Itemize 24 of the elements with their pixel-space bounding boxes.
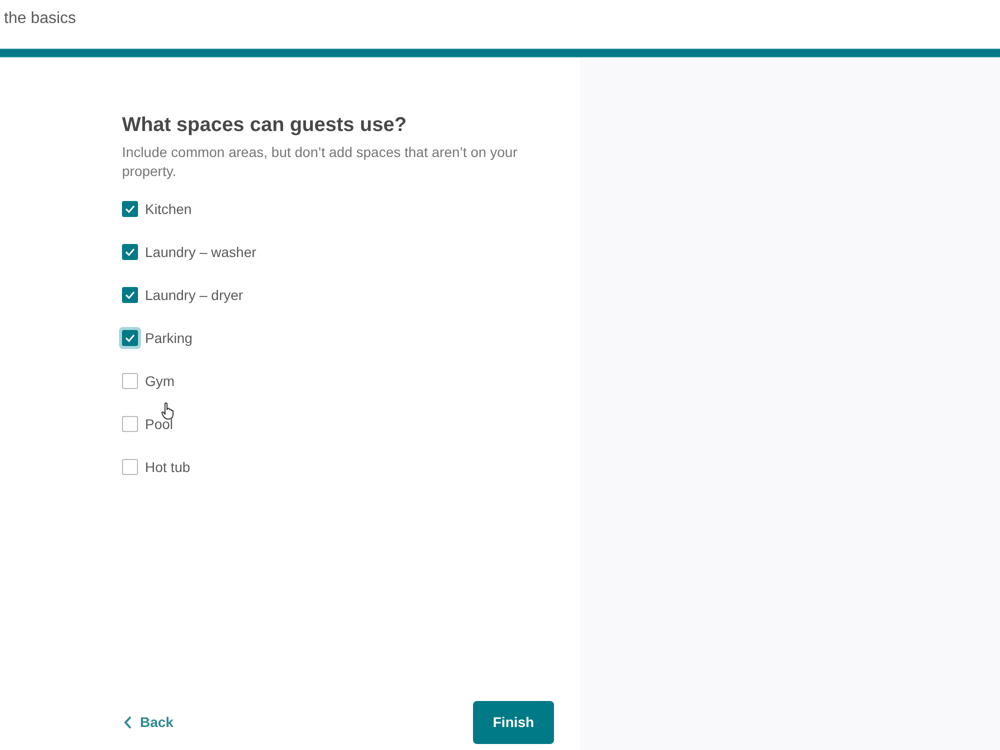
checkmark-icon <box>125 205 135 213</box>
checkbox[interactable] <box>122 287 138 303</box>
checkbox-label[interactable]: Hot tub <box>145 456 190 478</box>
chevron-left-icon <box>124 716 132 729</box>
checkbox-label[interactable]: Laundry – washer <box>145 242 256 262</box>
checkmark-icon <box>125 248 135 256</box>
checkbox[interactable] <box>122 416 138 432</box>
back-link[interactable]: Back <box>124 712 174 733</box>
checkbox-label[interactable]: Parking <box>145 328 192 348</box>
checkbox[interactable] <box>122 244 138 260</box>
checkbox-label[interactable]: Laundry – dryer <box>145 284 244 306</box>
checkmark-icon <box>125 291 135 299</box>
checkbox-label[interactable]: Kitchen <box>145 198 192 220</box>
checkbox-label[interactable]: Pool <box>145 414 174 434</box>
page-title: the basics <box>4 9 76 29</box>
checkbox[interactable] <box>122 201 138 217</box>
checkmark-icon <box>125 334 135 342</box>
finish-button[interactable]: Finish <box>473 701 554 744</box>
checkbox[interactable] <box>122 373 138 389</box>
page-heading: What spaces can guests use? <box>122 113 408 138</box>
hand-cursor-icon <box>161 402 174 420</box>
description-text: Include common areas, but don’t add spaces that aren’t on your property. <box>122 143 518 181</box>
checkbox[interactable] <box>122 459 138 475</box>
checkbox-label[interactable]: Gym <box>145 370 175 392</box>
